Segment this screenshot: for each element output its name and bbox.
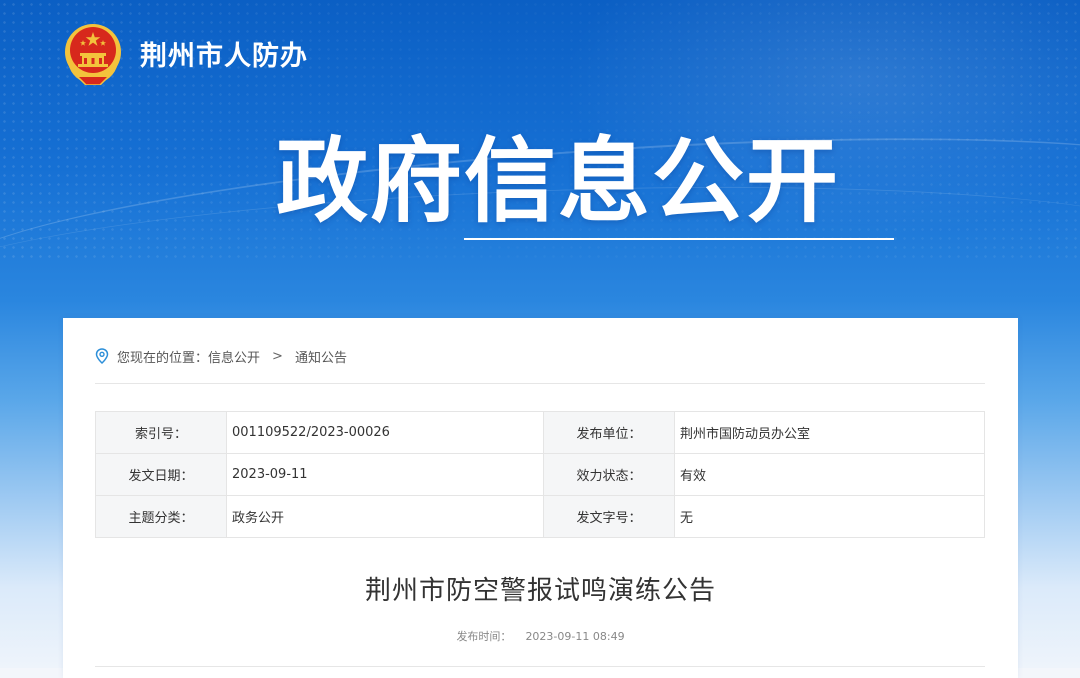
table-row: 发文日期： 2023-09-11 效力状态： 有效 [95,453,985,496]
hero-title: 政府信息公开 [276,128,841,235]
meta-value-doc-number: 无 [674,495,985,538]
meta-label-doc-number: 发文字号： [543,495,675,538]
meta-value-publisher: 荆州市国防动员办公室 [674,411,985,454]
meta-value-issue-date: 2023-09-11 [226,453,544,496]
publish-time: 发布时间： 2023-09-11 08:49 [63,628,1018,644]
breadcrumb: 您现在的位置： 信息公开 > 通知公告 [95,346,347,366]
document-meta-table: 索引号： 001109522/2023-00026 发布单位： 荆州市国防动员办… [95,411,985,538]
meta-label-issue-date: 发文日期： [95,453,227,496]
breadcrumb-separator: > [272,348,283,364]
article-divider [95,666,985,667]
meta-value-category: 政务公开 [226,495,544,538]
meta-label-category: 主题分类： [95,495,227,538]
content-card: 您现在的位置： 信息公开 > 通知公告 索引号： 001109522/2023-… [63,318,1018,678]
meta-value-validity: 有效 [674,453,985,496]
breadcrumb-divider [95,383,985,384]
breadcrumb-prefix: 您现在的位置： [117,350,209,366]
article-title: 荆州市防空警报试鸣演练公告 [364,576,716,606]
table-row: 索引号： 001109522/2023-00026 发布单位： 荆州市国防动员办… [95,411,985,454]
breadcrumb-item-notices[interactable]: 通知公告 [295,347,347,366]
meta-label-publisher: 发布单位： [543,411,675,454]
national-emblem-icon[interactable] [64,23,122,85]
publish-time-value: 2023-09-11 08:49 [525,630,625,643]
table-row: 主题分类： 政务公开 发文字号： 无 [95,495,985,538]
meta-value-index: 001109522/2023-00026 [226,411,544,454]
meta-label-validity: 效力状态： [543,453,675,496]
location-pin-icon [95,348,109,364]
site-name[interactable]: 荆州市人防办 [140,34,308,73]
publish-time-label: 发布时间： [456,630,512,643]
meta-label-index: 索引号： [95,411,227,454]
hero-underline [464,238,894,240]
breadcrumb-item-info-disclosure[interactable]: 信息公开 [208,347,260,366]
